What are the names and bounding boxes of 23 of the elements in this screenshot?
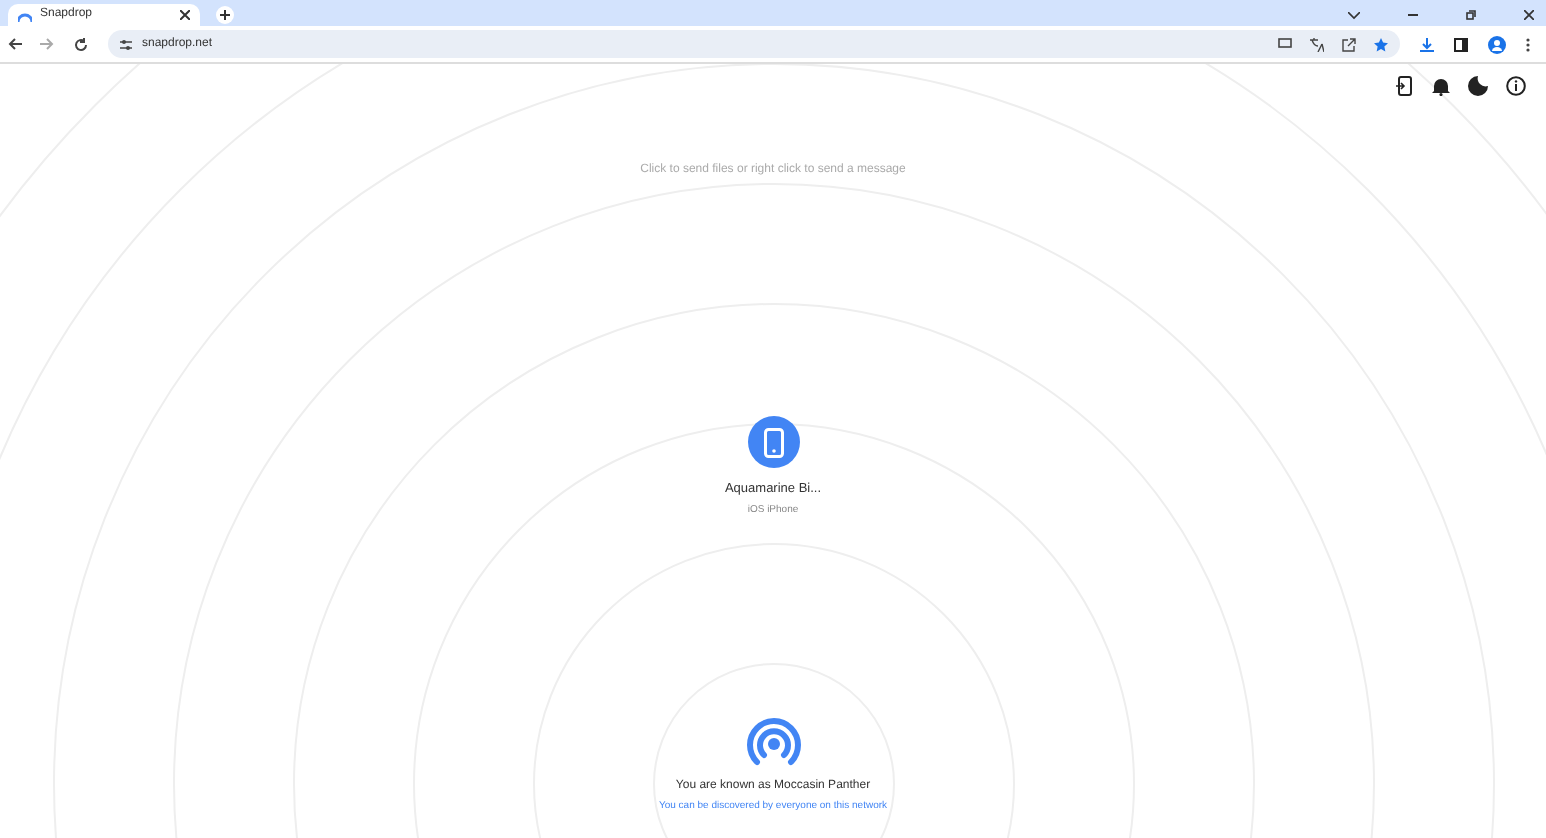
back-arrow-icon[interactable] [8, 38, 22, 50]
translate-icon[interactable] [1310, 37, 1324, 51]
close-window-icon[interactable] [1524, 10, 1534, 20]
chevron-down-icon[interactable] [1348, 12, 1360, 20]
close-icon[interactable] [180, 10, 190, 20]
tab-favicon-icon [18, 9, 32, 21]
profile-icon[interactable] [1488, 35, 1506, 53]
monitor-icon[interactable] [1278, 38, 1292, 50]
download-icon[interactable] [1420, 37, 1434, 51]
side-panel-icon[interactable] [1454, 37, 1468, 51]
site-settings-icon[interactable] [120, 39, 132, 49]
peer-avatar[interactable] [747, 416, 799, 468]
reload-icon[interactable] [74, 37, 88, 51]
new-tab-icon[interactable] [216, 6, 234, 24]
broadcast-icon [745, 717, 801, 769]
restore-icon[interactable] [1466, 10, 1476, 20]
install-app-icon[interactable] [1396, 76, 1414, 96]
bell-icon[interactable] [1432, 76, 1450, 96]
star-icon[interactable] [1374, 37, 1388, 51]
share-icon[interactable] [1342, 37, 1356, 51]
moon-icon[interactable] [1468, 76, 1488, 96]
phone-icon [763, 427, 783, 457]
info-icon[interactable] [1506, 76, 1526, 96]
